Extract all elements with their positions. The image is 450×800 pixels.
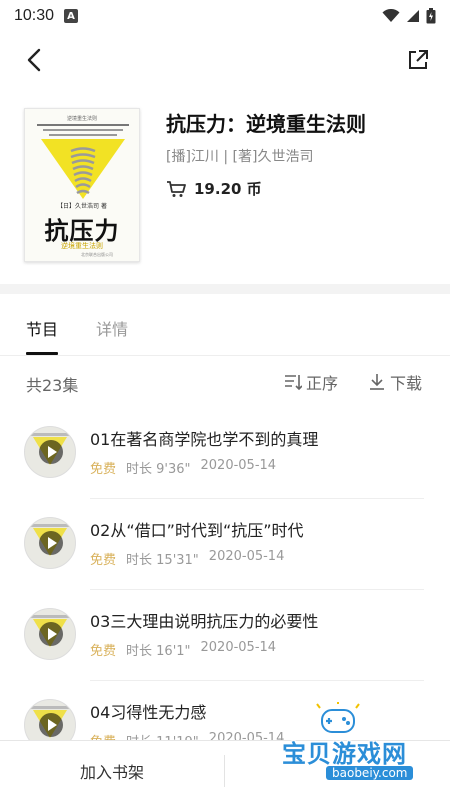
play-button[interactable] xyxy=(39,440,63,464)
episode-title: 04习得性无力感 xyxy=(90,703,207,722)
price-row: 19.20 币 xyxy=(166,178,262,199)
thumbnail-strip xyxy=(29,706,73,709)
sort-icon xyxy=(285,375,302,391)
cover-spring-image xyxy=(70,147,96,195)
episode-count: 共23集 xyxy=(26,376,79,395)
book-price: 19.20 币 xyxy=(194,180,262,198)
list-item[interactable]: 02从“借口”时代到“抗压”时代 免费 时长 15'31" 2020-05-14 xyxy=(0,499,450,590)
status-icons xyxy=(382,8,436,24)
thumbnail-strip xyxy=(29,433,73,436)
list-item[interactable]: 01在著名商学院也学不到的真理 免费 时长 9'36" 2020-05-14 xyxy=(0,408,450,499)
free-badge: 免费 xyxy=(90,462,117,477)
tab-active-indicator xyxy=(26,352,58,355)
play-button[interactable] xyxy=(39,622,63,646)
book-credit: [播]江川 | [著]久世浩司 xyxy=(166,149,314,165)
sort-label: 正序 xyxy=(306,374,339,393)
status-bar: 10:30 A xyxy=(0,0,450,32)
cover-subtitle: 逆境重生法则 xyxy=(61,242,103,250)
episode-date: 2020-05-14 xyxy=(200,640,277,655)
episode-date: 2020-05-14 xyxy=(200,458,277,473)
episode-title: 03三大理由说明抗压力的必要性 xyxy=(90,612,319,631)
wifi-icon xyxy=(382,9,400,22)
episode-list-header: 共23集 正序 下载 xyxy=(0,356,450,406)
watermark-logo: 宝贝游戏网 baobeiy.com xyxy=(276,700,448,798)
play-icon xyxy=(47,628,57,640)
back-button[interactable] xyxy=(18,44,50,76)
list-item[interactable]: 03三大理由说明抗压力的必要性 免费 时长 16'1" 2020-05-14 xyxy=(0,590,450,681)
episode-meta: 免费 时长 15'31" 2020-05-14 xyxy=(90,549,284,568)
gamepad-icon xyxy=(316,702,360,733)
play-icon xyxy=(47,446,57,458)
download-button[interactable]: 下载 xyxy=(368,370,422,394)
episode-title: 02从“借口”时代到“抗压”时代 xyxy=(90,521,304,540)
episode-thumbnail xyxy=(24,426,76,478)
thumbnail-strip xyxy=(29,615,73,618)
play-button[interactable] xyxy=(39,713,63,737)
watermark-name: 宝贝游戏网 xyxy=(282,740,407,768)
section-divider xyxy=(0,284,450,294)
play-icon xyxy=(47,719,57,731)
watermark-url: baobeiy.com xyxy=(326,766,414,780)
play-icon xyxy=(47,537,57,549)
notification-icon: A xyxy=(64,9,79,23)
top-bar xyxy=(0,36,450,84)
sort-button[interactable]: 正序 xyxy=(284,370,338,394)
episode-date: 2020-05-14 xyxy=(208,549,285,564)
bar-divider xyxy=(224,755,225,787)
play-button[interactable] xyxy=(39,531,63,555)
signal-icon xyxy=(407,10,419,22)
book-cover[interactable]: 逆境重生法则 【日】久世浩司 著 抗压力 逆境重生法则 北京联合出版公司 xyxy=(24,108,140,262)
status-time: 10:30 xyxy=(14,7,55,24)
free-badge: 免费 xyxy=(90,644,117,659)
tab-bar: 节目 详情 xyxy=(0,304,450,356)
share-button[interactable] xyxy=(402,44,434,76)
tab-details[interactable]: 详情 xyxy=(96,316,128,340)
episode-duration: 时长 15'31" xyxy=(126,553,199,568)
episode-duration: 时长 16'1" xyxy=(126,644,191,659)
cover-text-lines xyxy=(37,124,129,136)
free-badge: 免费 xyxy=(90,553,117,568)
tab-episodes[interactable]: 节目 xyxy=(26,316,58,340)
episode-thumbnail xyxy=(24,517,76,569)
share-icon xyxy=(409,50,428,69)
back-icon xyxy=(27,48,41,72)
download-label: 下载 xyxy=(390,374,423,393)
download-icon xyxy=(370,374,384,390)
cart-icon xyxy=(167,180,186,197)
thumbnail-strip xyxy=(29,524,73,527)
episode-meta: 免费 时长 16'1" 2020-05-14 xyxy=(90,640,276,659)
cover-publisher: 北京联合出版公司 xyxy=(81,252,113,257)
episode-title: 01在著名商学院也学不到的真理 xyxy=(90,430,319,449)
add-to-shelf-button[interactable]: 加入书架 xyxy=(0,741,224,800)
battery-icon xyxy=(426,8,436,24)
book-title: 抗压力：逆境重生法则 xyxy=(166,112,366,136)
episode-thumbnail xyxy=(24,608,76,660)
book-info: 逆境重生法则 【日】久世浩司 著 抗压力 逆境重生法则 北京联合出版公司 抗压力… xyxy=(0,104,450,269)
cover-top-line: 逆境重生法则 xyxy=(66,116,97,122)
episode-duration: 时长 9'36" xyxy=(126,462,191,477)
cover-author: 【日】久世浩司 著 xyxy=(57,203,107,210)
episode-meta: 免费 时长 9'36" 2020-05-14 xyxy=(90,458,276,477)
